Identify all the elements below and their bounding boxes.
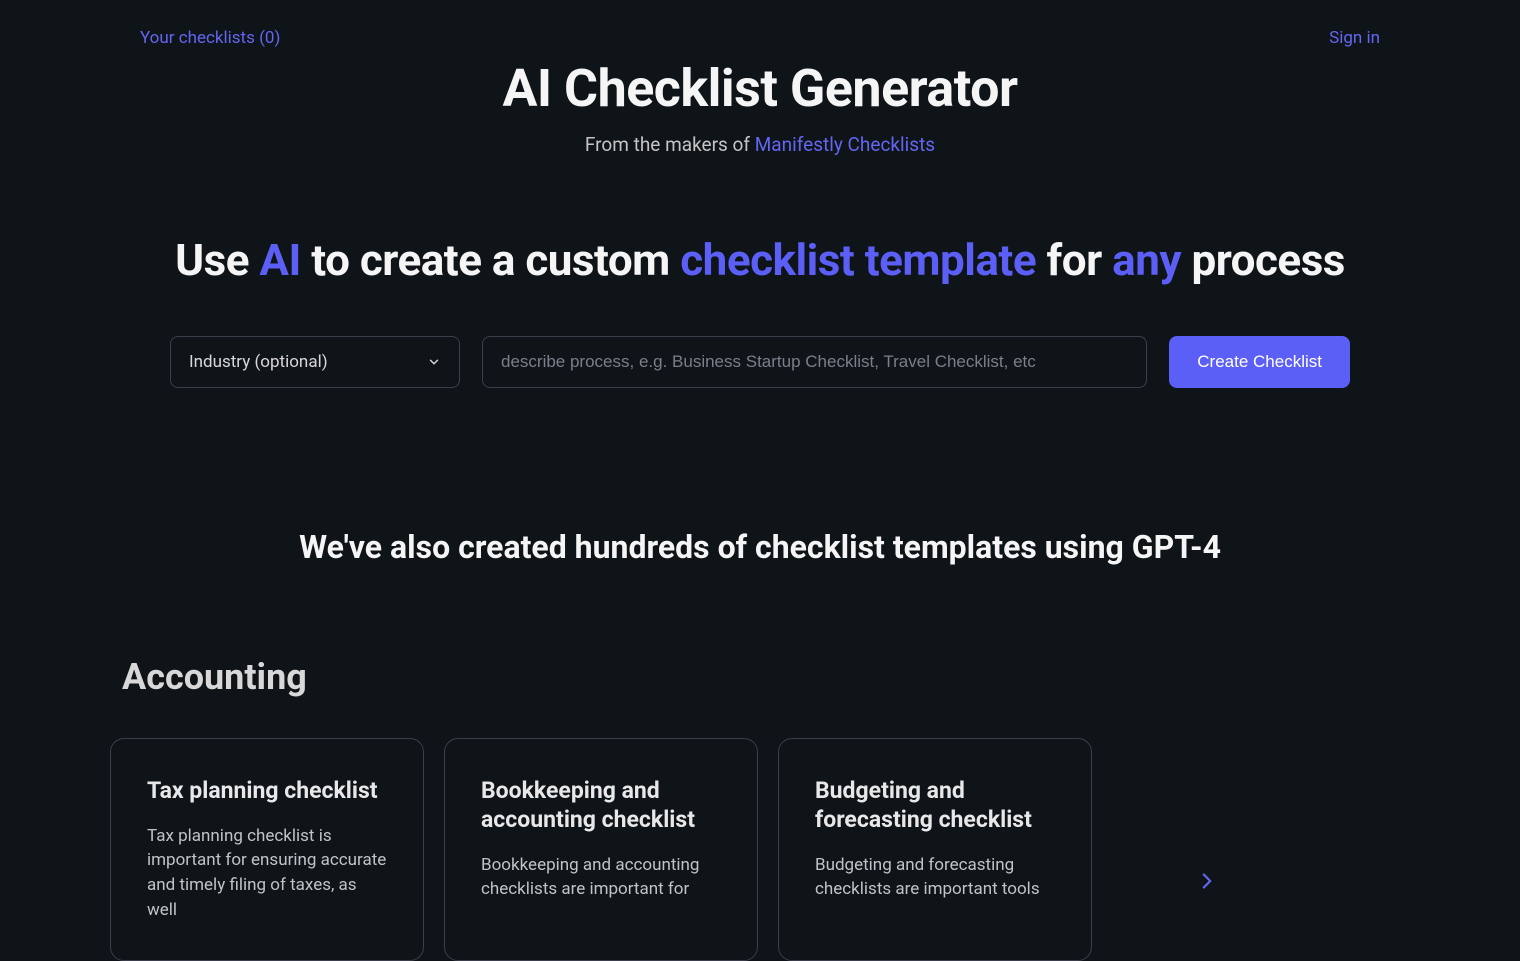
headline-accent-template: checklist template — [680, 234, 1036, 286]
industry-select-label: Industry (optional) — [189, 352, 328, 372]
cards-row: Tax planning checklist Tax planning chec… — [110, 738, 1520, 961]
card-body: Bookkeeping and accounting checklists ar… — [481, 853, 721, 902]
headline: Use AI to create a custom checklist temp… — [0, 234, 1520, 286]
your-checklists-link[interactable]: Your checklists (0) — [140, 28, 280, 48]
template-card[interactable]: Budgeting and forecasting checklist Budg… — [778, 738, 1092, 961]
process-input[interactable] — [482, 336, 1147, 388]
card-body: Budgeting and forecasting checklists are… — [815, 853, 1055, 902]
headline-text-3: for — [1036, 234, 1112, 286]
category-title: Accounting — [122, 656, 1520, 698]
subtitle-prefix: From the makers of — [585, 133, 755, 156]
headline-text-2: to create a custom — [301, 234, 680, 286]
create-checklist-button[interactable]: Create Checklist — [1169, 336, 1350, 388]
template-card[interactable]: Bookkeeping and accounting checklist Boo… — [444, 738, 758, 961]
card-title: Tax planning checklist — [147, 777, 387, 806]
manifestly-link[interactable]: Manifestly Checklists — [755, 133, 935, 156]
sign-in-link[interactable]: Sign in — [1329, 28, 1380, 48]
headline-accent-any: any — [1112, 234, 1181, 286]
card-body: Tax planning checklist is important for … — [147, 824, 387, 923]
industry-select[interactable]: Industry (optional) — [170, 336, 460, 388]
card-title: Budgeting and forecasting checklist — [815, 777, 1055, 835]
page-title: AI Checklist Generator — [0, 58, 1520, 119]
headline-text-4: process — [1181, 234, 1345, 286]
next-arrow-button[interactable] — [1194, 868, 1220, 898]
headline-accent-ai: AI — [259, 234, 300, 286]
card-title: Bookkeeping and accounting checklist — [481, 777, 721, 835]
headline-text-1: Use — [175, 234, 259, 286]
template-card[interactable]: Tax planning checklist Tax planning chec… — [110, 738, 424, 961]
templates-section-title: We've also created hundreds of checklist… — [0, 528, 1520, 566]
page-subtitle: From the makers of Manifestly Checklists — [0, 133, 1520, 156]
chevron-down-icon — [427, 355, 441, 369]
